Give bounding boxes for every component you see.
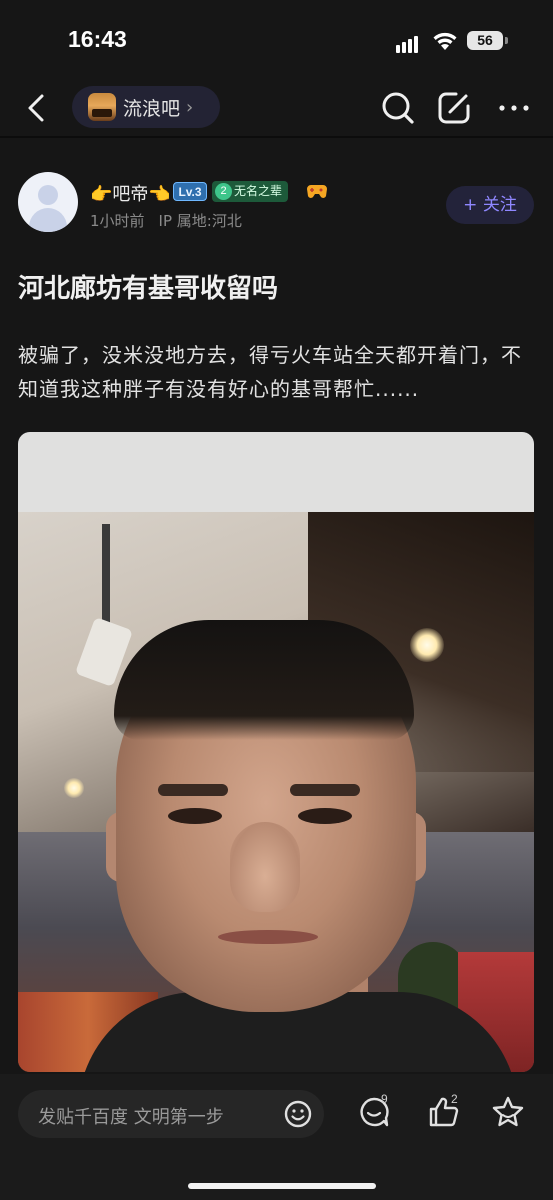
author-row: 👉吧帝👈 Lv.3 2 无名之辈 1小时前 IP 属地:河北 + 关注	[0, 170, 553, 236]
like-count: 2	[451, 1092, 458, 1106]
chevron-right-icon: ›	[186, 96, 194, 118]
forum-avatar	[88, 93, 116, 121]
comment-count: 9	[381, 1092, 388, 1106]
comment-placeholder: 发贴千百度 文明第一步	[38, 1107, 224, 1128]
post-image[interactable]	[18, 432, 534, 1072]
status-bar: 16:43 56	[0, 0, 553, 80]
author-name[interactable]: 👉吧帝👈	[90, 180, 171, 206]
home-indicator	[188, 1183, 376, 1189]
post-title: 河北廊坊有基哥收留吗	[18, 274, 279, 304]
cellular-signal-icon	[396, 34, 420, 53]
more-icon[interactable]	[494, 88, 534, 128]
gem-icon: 2	[215, 183, 232, 200]
forum-name: 流浪吧	[123, 97, 181, 120]
nav-divider	[0, 136, 553, 138]
forum-link[interactable]: 流浪吧 ›	[72, 86, 220, 128]
star-icon[interactable]	[490, 1094, 526, 1130]
gamepad-icon	[307, 185, 327, 198]
avatar[interactable]	[18, 172, 78, 232]
battery-indicator: 56	[467, 31, 503, 50]
level-badge: Lv.3	[173, 182, 207, 201]
title-badge-text: 无名之辈	[234, 184, 283, 198]
status-time: 16:43	[68, 26, 127, 52]
emoji-icon[interactable]	[282, 1098, 314, 1130]
post-body: 被骗了，没米没地方去，得亏火车站全天都开着门，不知道我这种胖子有没有好心的基哥帮…	[18, 343, 522, 401]
follow-button[interactable]: + 关注	[446, 186, 534, 224]
battery-nub	[505, 37, 508, 44]
bottom-action-bar: 发贴千百度 文明第一步 9 2	[0, 1074, 553, 1200]
nav-bar: 流浪吧 ›	[0, 80, 553, 136]
post-time: 1小时前	[90, 212, 145, 230]
back-icon[interactable]	[22, 90, 50, 126]
search-icon[interactable]	[378, 88, 418, 128]
post-meta: 1小时前 IP 属地:河北	[90, 210, 242, 231]
comment-input[interactable]: 发贴千百度 文明第一步	[18, 1090, 324, 1138]
title-badge: 2 无名之辈	[212, 181, 289, 202]
edit-icon[interactable]	[434, 88, 474, 128]
wifi-icon	[433, 32, 457, 50]
ip-location: IP 属地:河北	[158, 212, 242, 230]
